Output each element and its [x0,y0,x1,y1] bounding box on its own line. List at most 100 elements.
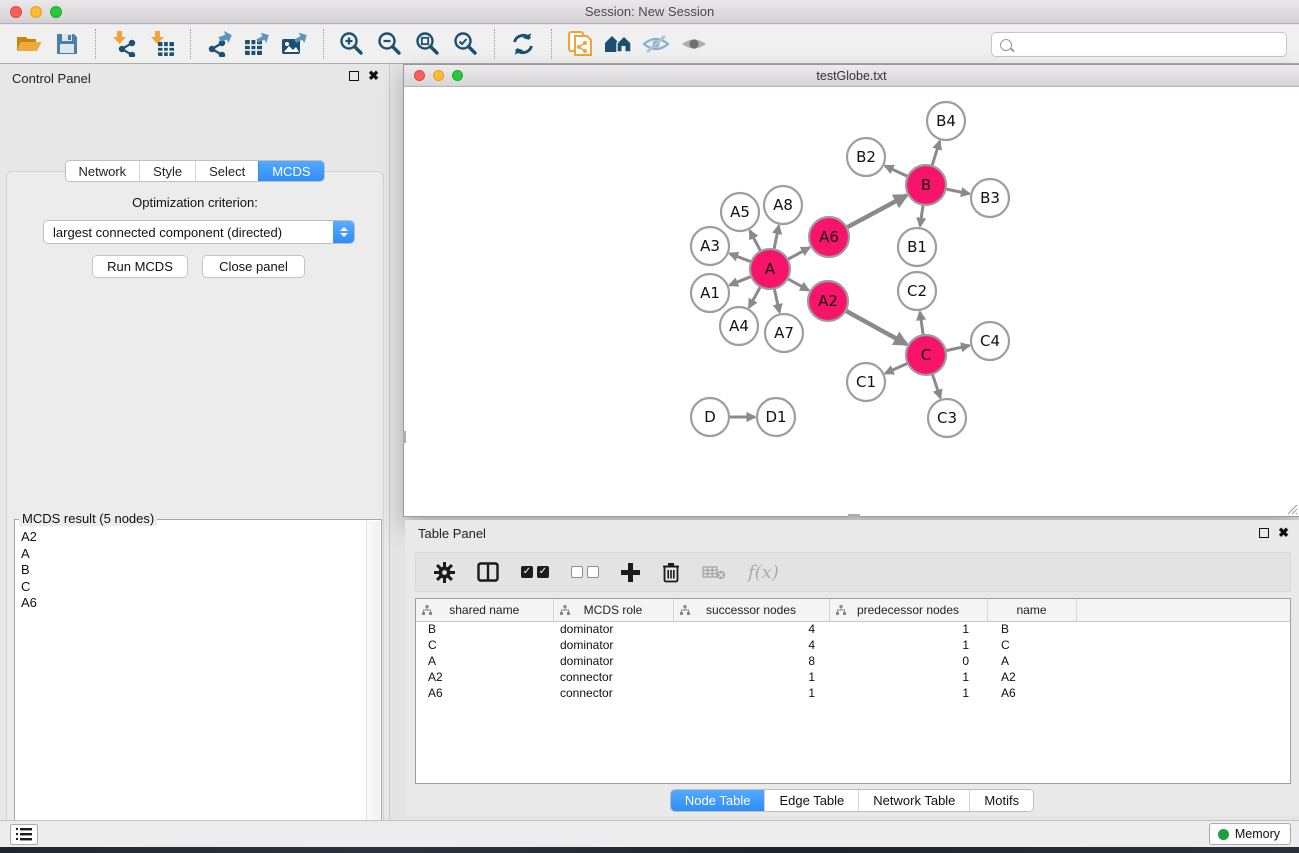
table-row[interactable]: A2connector11A2 [416,669,1291,685]
select-all-checkboxes-icon[interactable]: ✓✓ [521,566,549,578]
edge-A6-B[interactable] [847,195,907,227]
node-A5[interactable]: A5 [721,193,759,231]
node-C2[interactable]: C2 [898,272,936,310]
node-B2[interactable]: B2 [847,138,885,176]
table-row[interactable]: Adominator80A [416,653,1291,669]
table-row[interactable]: Bdominator41B [416,621,1291,637]
column-header-shared-name[interactable]: shared name [416,599,553,621]
table-row[interactable]: A6connector11A6 [416,685,1291,701]
node-C1[interactable]: C1 [847,363,885,401]
table-cell[interactable]: 8 [673,653,829,669]
import-table-icon[interactable] [143,27,181,61]
node-C3[interactable]: C3 [928,399,966,437]
edge-B-B2[interactable] [885,166,908,177]
node-A6[interactable]: A6 [809,217,849,257]
column-header-successor-nodes[interactable]: successor nodes [673,599,829,621]
zoom-out-icon[interactable] [371,27,409,61]
result-list-item[interactable]: A2 [21,529,365,546]
close-panel-button[interactable]: Close panel [202,255,305,278]
node-table-body[interactable]: Bdominator41BCdominator41CAdominator80AA… [416,621,1291,701]
result-list-item[interactable]: A [21,546,365,563]
table-cell[interactable]: 1 [673,669,829,685]
table-cell[interactable]: 4 [673,621,829,637]
table-cell[interactable]: B [416,621,553,637]
close-table-panel-icon[interactable]: ✖ [1278,528,1289,538]
table-cell[interactable]: A [416,653,553,669]
export-table-icon[interactable] [238,27,276,61]
edge-A-A7[interactable] [774,289,779,313]
node-A8[interactable]: A8 [764,186,802,224]
delete-column-trash-icon[interactable] [662,562,680,583]
edge-A-A2[interactable] [788,279,809,291]
window-resize-tick[interactable] [848,514,860,517]
memory-button[interactable]: Memory [1209,823,1291,845]
column-header-MCDS-role[interactable]: MCDS role [553,599,673,621]
table-cell[interactable]: 1 [673,685,829,701]
tab-mcds[interactable]: MCDS [258,161,323,181]
result-list-scrollbar[interactable] [366,521,380,853]
tab-node-table[interactable]: Node Table [671,790,765,811]
open-file-icon[interactable] [10,27,48,61]
float-table-panel-icon[interactable] [1259,528,1269,538]
table-cell[interactable]: A6 [416,685,553,701]
tab-select[interactable]: Select [195,161,258,181]
table-cell[interactable]: 4 [673,637,829,653]
edge-C-C2[interactable] [920,312,923,335]
show-all-networks-icon[interactable] [599,27,637,61]
deselect-all-checkboxes-icon[interactable] [571,566,599,578]
node-D1[interactable]: D1 [757,398,795,436]
show-column-icon[interactable] [477,562,499,582]
zoom-fit-icon[interactable] [409,27,447,61]
mcds-result-list[interactable]: A2ABCA6 [21,529,365,853]
result-list-item[interactable]: B [21,562,365,579]
table-cell[interactable]: A6 [987,685,1076,701]
node-A2[interactable]: A2 [808,281,848,321]
tab-edge-table[interactable]: Edge Table [764,790,858,811]
table-cell[interactable]: 1 [829,669,987,685]
node-B3[interactable]: B3 [971,179,1009,217]
table-cell[interactable]: dominator [553,637,673,653]
node-A1[interactable]: A1 [691,274,729,312]
table-cell[interactable]: C [987,637,1076,653]
node-B4[interactable]: B4 [927,102,965,140]
column-header-predecessor-nodes[interactable]: predecessor nodes [829,599,987,621]
node-A[interactable]: A [750,249,790,289]
float-panel-icon[interactable] [349,71,359,81]
edge-A-A6[interactable] [788,247,810,259]
search-input[interactable] [1016,33,1286,56]
table-cell[interactable]: dominator [553,621,673,637]
export-image-icon[interactable] [276,27,314,61]
node-A4[interactable]: A4 [720,307,758,345]
node-B1[interactable]: B1 [898,228,936,266]
edge-C-C3[interactable] [932,374,940,398]
tab-style[interactable]: Style [139,161,195,181]
table-cell[interactable]: A2 [416,669,553,685]
table-cell[interactable]: B [987,621,1076,637]
edge-A-A1[interactable] [729,276,751,285]
edge-A2-C[interactable] [846,311,907,345]
result-list-item[interactable]: A6 [21,595,365,612]
hide-selected-eye-slash-icon[interactable] [637,27,675,61]
edge-A-A5[interactable] [750,231,761,252]
new-network-from-selection-icon[interactable] [561,27,599,61]
edge-B-B4[interactable] [932,141,940,166]
table-cell[interactable]: 0 [829,653,987,669]
table-cell[interactable]: dominator [553,653,673,669]
table-cell[interactable]: connector [553,669,673,685]
table-row[interactable]: Cdominator41C [416,637,1291,653]
show-hidden-eye-icon[interactable] [675,27,713,61]
export-network-icon[interactable] [200,27,238,61]
window-resize-tick[interactable] [403,431,406,443]
node-table-header[interactable]: shared nameMCDS rolesuccessor nodesprede… [416,599,1291,621]
task-history-button[interactable] [10,824,38,845]
close-panel-icon[interactable]: ✖ [368,71,379,81]
network-canvas[interactable]: AA1A2A3A4A5A6A7A8BB1B2B3B4CC1C2C3C4DD1 [404,88,1299,516]
table-cell[interactable]: C [416,637,553,653]
edge-C-C1[interactable] [885,363,908,373]
add-column-icon[interactable] [621,563,640,582]
refresh-icon[interactable] [504,27,542,61]
criterion-dropdown[interactable]: largest connected component (directed) [43,220,355,244]
settings-gear-icon[interactable] [434,562,455,583]
run-mcds-button[interactable]: Run MCDS [92,255,188,278]
tab-motifs[interactable]: Motifs [969,790,1033,811]
